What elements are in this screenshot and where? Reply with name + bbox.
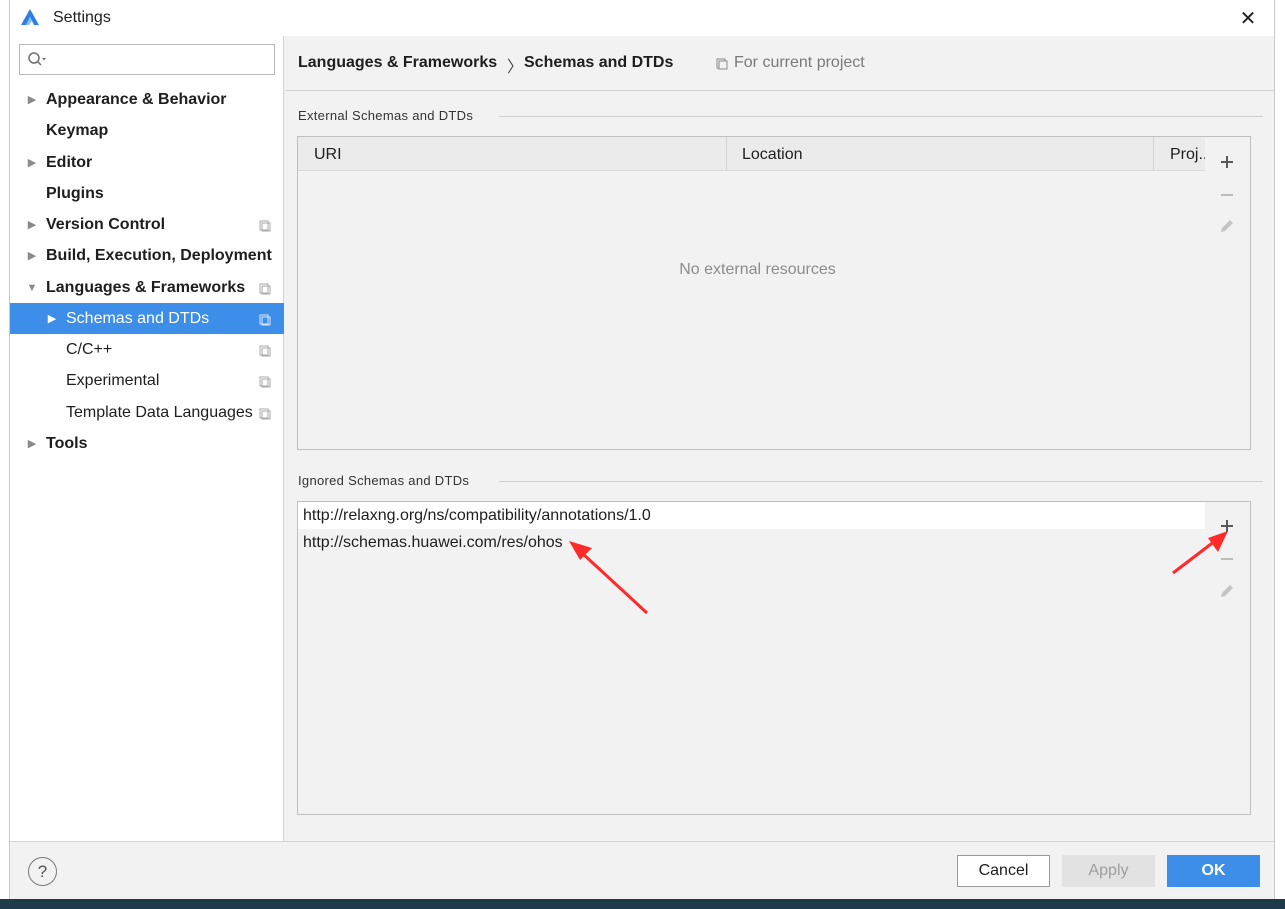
external-toolbar xyxy=(1205,136,1251,450)
chevron-right-icon[interactable]: ▶ xyxy=(26,250,38,262)
sidebar-item-label: Template Data Languages xyxy=(66,403,253,421)
table-header: URI Location Proj... xyxy=(298,137,1217,171)
section-divider xyxy=(499,481,1263,482)
settings-content: Languages & Frameworks 〉 Schemas and DTD… xyxy=(285,36,1274,841)
close-icon[interactable]: ✕ xyxy=(1236,6,1260,30)
edit-icon[interactable] xyxy=(1216,580,1238,602)
settings-sidebar: ▶ Appearance & Behavior Keymap ▶ Editor Plugi… xyxy=(10,36,284,841)
chevron-down-icon[interactable]: ▼ xyxy=(26,282,38,294)
project-scope-icon xyxy=(259,313,271,325)
sidebar-item-label: Experimental xyxy=(66,371,160,389)
edit-icon[interactable] xyxy=(1216,215,1238,237)
chevron-right-icon[interactable]: ▶ xyxy=(26,157,38,169)
sidebar-item-label: Version Control xyxy=(46,215,166,233)
sidebar-item-label: C/C++ xyxy=(66,340,113,358)
sidebar-item-label: Appearance & Behavior xyxy=(46,90,227,108)
external-section-title: External Schemas and DTDs xyxy=(298,108,474,123)
sidebar-item-label: Tools xyxy=(46,434,88,452)
project-scope-icon xyxy=(259,407,271,419)
cancel-button[interactable]: Cancel xyxy=(957,855,1050,887)
column-separator[interactable] xyxy=(1153,137,1154,171)
project-scope-icon xyxy=(259,282,271,294)
sidebar-item-version-control[interactable]: ▶ Version Control xyxy=(10,209,284,240)
project-scope-icon xyxy=(259,219,271,231)
project-scope-icon xyxy=(716,57,728,70)
title-bar: Settings ✕ xyxy=(10,0,1274,36)
sidebar-item-label: Build, Execution, Deployment xyxy=(46,246,272,264)
settings-dialog: Settings ✕ ▶ Appearance & Behavior Keymap ▶… xyxy=(9,0,1275,899)
scope-label: For current project xyxy=(734,54,865,71)
sidebar-item-label: Languages & Frameworks xyxy=(46,278,246,296)
window-title: Settings xyxy=(53,9,111,26)
devstudio-logo-icon xyxy=(20,8,40,28)
project-scope-icon xyxy=(259,344,271,356)
chevron-right-icon[interactable]: ▶ xyxy=(46,313,58,325)
list-item[interactable]: http://schemas.huawei.com/res/ohos xyxy=(298,529,1217,556)
empty-state-text: No external resources xyxy=(679,261,836,278)
column-header-uri[interactable]: URI xyxy=(314,146,342,164)
project-scope-icon xyxy=(259,375,271,387)
sidebar-item-label: Keymap xyxy=(46,121,109,139)
breadcrumb-current: Schemas and DTDs xyxy=(524,54,674,71)
sidebar-item-schemas-and-dtds[interactable]: ▶ Schemas and DTDs xyxy=(10,303,284,334)
breadcrumb-parent[interactable]: Languages & Frameworks xyxy=(298,54,497,72)
sidebar-item-label: Editor xyxy=(46,153,93,171)
chevron-right-icon[interactable]: ▶ xyxy=(26,94,38,106)
sidebar-item-experimental[interactable]: Experimental xyxy=(10,365,284,396)
breadcrumb: Languages & Frameworks 〉 Schemas and DTD… xyxy=(285,36,1274,91)
ignored-section-title: Ignored Schemas and DTDs xyxy=(298,473,470,488)
remove-icon[interactable] xyxy=(1216,184,1238,206)
remove-icon[interactable] xyxy=(1216,548,1238,570)
dialog-footer: ? Cancel Apply OK xyxy=(10,841,1274,899)
sidebar-item-build-execution-deployment[interactable]: ▶ Build, Execution, Deployment xyxy=(10,240,284,271)
add-icon[interactable] xyxy=(1216,151,1238,173)
column-header-location[interactable]: Location xyxy=(742,146,803,164)
external-schemas-table[interactable]: URI Location Proj... No external resourc… xyxy=(297,136,1218,450)
chevron-right-icon[interactable]: ▶ xyxy=(26,438,38,450)
breadcrumb-separator: 〉 xyxy=(507,59,524,76)
list-item[interactable]: http://relaxng.org/ns/compatibility/anno… xyxy=(298,502,1217,529)
sidebar-item-plugins[interactable]: Plugins xyxy=(10,178,284,209)
ok-button[interactable]: OK xyxy=(1167,855,1260,887)
apply-button[interactable]: Apply xyxy=(1062,855,1155,887)
column-separator[interactable] xyxy=(726,137,727,171)
search-input[interactable] xyxy=(19,44,275,75)
sidebar-item-keymap[interactable]: Keymap xyxy=(10,115,284,146)
search-icon[interactable] xyxy=(27,51,47,69)
sidebar-item-editor[interactable]: ▶ Editor xyxy=(10,147,284,178)
sidebar-item-appearance-behavior[interactable]: ▶ Appearance & Behavior xyxy=(10,84,284,115)
sidebar-item-label: Plugins xyxy=(46,184,104,202)
background-taskbar xyxy=(0,899,1285,909)
background-window-right xyxy=(1275,0,1285,909)
ignored-schemas-list[interactable]: http://relaxng.org/ns/compatibility/anno… xyxy=(297,501,1218,815)
help-button[interactable]: ? xyxy=(28,857,57,886)
sidebar-item-label: Schemas and DTDs xyxy=(66,309,210,327)
ignored-toolbar xyxy=(1205,501,1251,815)
section-divider xyxy=(499,116,1263,117)
chevron-right-icon[interactable]: ▶ xyxy=(26,219,38,231)
sidebar-item-tools[interactable]: ▶ Tools xyxy=(10,428,284,459)
add-icon[interactable] xyxy=(1216,515,1238,537)
sidebar-item-template-data-languages[interactable]: Template Data Languages xyxy=(10,397,284,428)
sidebar-item-languages-frameworks[interactable]: ▼ Languages & Frameworks xyxy=(10,272,284,303)
sidebar-item-c-c[interactable]: C/C++ xyxy=(10,334,284,365)
